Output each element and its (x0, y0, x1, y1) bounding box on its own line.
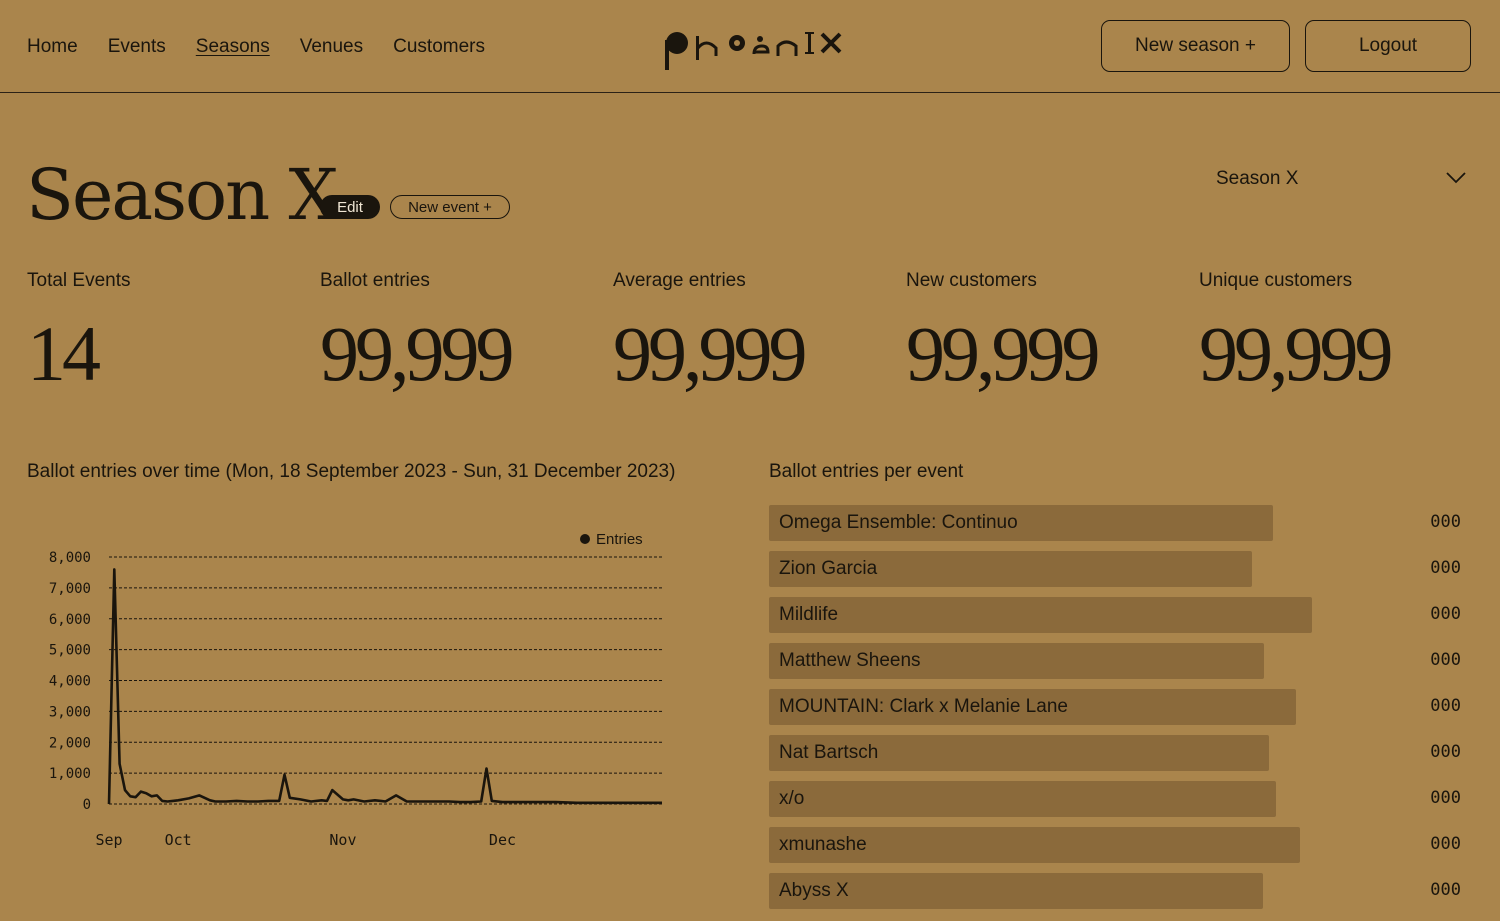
y-tick-label: 0 (83, 797, 91, 813)
y-tick-label: 5,000 (49, 643, 91, 659)
stat-average-entries: Average entries 99,999 (613, 270, 893, 394)
stat-unique-customers: Unique customers 99,999 (1199, 270, 1479, 394)
nav-link-seasons[interactable]: Seasons (196, 36, 270, 58)
event-bar-value: 000 (1430, 696, 1461, 716)
event-bar-label: MOUNTAIN: Clark x Melanie Lane (779, 696, 1068, 717)
event-bar-row[interactable]: Mildlife 000 (769, 597, 1469, 633)
event-bar (769, 597, 1312, 633)
stat-value: 99,999 (320, 310, 515, 397)
stat-label: Ballot entries (320, 270, 430, 291)
stat-ballot-entries: Ballot entries 99,999 (320, 270, 600, 394)
event-bar-row[interactable]: Abyss X 000 (769, 873, 1469, 909)
logo-text: phoenix (660, 26, 664, 27)
chevron-down-icon (1446, 172, 1466, 184)
event-bar-value: 000 (1430, 834, 1461, 854)
event-bar-row[interactable]: MOUNTAIN: Clark x Melanie Lane 000 (769, 689, 1469, 725)
y-tick-label: 4,000 (49, 674, 91, 690)
y-tick-label: 7,000 (49, 581, 91, 597)
new-event-button[interactable]: New event + (390, 195, 510, 219)
event-bar-value: 000 (1430, 604, 1461, 624)
nav-links: Home Events Seasons Venues Customers (27, 36, 515, 58)
event-bar-value: 000 (1430, 512, 1461, 532)
event-bar-row[interactable]: xmunashe 000 (769, 827, 1469, 863)
top-nav: Home Events Seasons Venues Customers pho… (0, 0, 1500, 93)
stat-label: Total Events (27, 270, 131, 291)
new-season-button[interactable]: New season + (1101, 20, 1290, 72)
stat-new-customers: New customers 99,999 (906, 270, 1186, 394)
event-bar-label: Abyss X (779, 880, 849, 901)
event-bar (769, 781, 1276, 817)
event-bar-value: 000 (1430, 742, 1461, 762)
stat-value: 99,999 (906, 310, 1101, 397)
stat-label: New customers (906, 270, 1037, 291)
nav-link-events[interactable]: Events (108, 36, 166, 58)
edit-button[interactable]: Edit (320, 195, 380, 219)
event-bar-row[interactable]: x/o 000 (769, 781, 1469, 817)
series-line-entries (107, 568, 662, 805)
event-bar-row[interactable]: Omega Ensemble: Continuo 000 (769, 505, 1469, 541)
page-title: Season X (26, 154, 338, 236)
event-bar-row[interactable]: Matthew Sheens 000 (769, 643, 1469, 679)
line-chart-title: Ballot entries over time (Mon, 18 Septem… (27, 461, 676, 482)
x-tick-label: Oct (165, 831, 192, 849)
x-tick-label: Dec (489, 831, 516, 849)
event-bar-value: 000 (1430, 558, 1461, 578)
event-bar-label: Matthew Sheens (779, 650, 921, 671)
event-bar-value: 000 (1430, 880, 1461, 900)
stat-value: 14 (27, 310, 101, 397)
stat-label: Unique customers (1199, 270, 1353, 291)
y-tick-label: 8,000 (49, 550, 91, 566)
y-tick-label: 3,000 (49, 704, 91, 720)
event-bar-label: Omega Ensemble: Continuo (779, 512, 1018, 533)
y-tick-label: 6,000 (49, 612, 91, 628)
event-bar-row[interactable]: Nat Bartsch 000 (769, 735, 1469, 771)
x-tick-label: Nov (329, 831, 356, 849)
legend-dot (580, 534, 590, 544)
event-bar-row[interactable]: Zion Garcia 000 (769, 551, 1469, 587)
y-tick-label: 1,000 (49, 766, 91, 782)
stat-total-events: Total Events 14 (27, 270, 307, 394)
stat-value: 99,999 (613, 310, 808, 397)
event-bar-label: x/o (779, 788, 805, 809)
phoenix-logo[interactable]: phoenix (660, 26, 850, 72)
stat-label: Average entries (613, 270, 746, 291)
event-bar-value: 000 (1430, 788, 1461, 808)
y-tick-label: 2,000 (49, 735, 91, 751)
legend-label: Entries (596, 531, 643, 548)
bar-chart-title: Ballot entries per event (769, 461, 964, 482)
stat-value: 99,999 (1199, 310, 1394, 397)
nav-link-venues[interactable]: Venues (300, 36, 363, 58)
nav-link-customers[interactable]: Customers (393, 36, 485, 58)
entries-line-chart: 0 1,000 2,000 3,000 4,000 5,000 6,000 7,000 8,00… (49, 531, 662, 849)
season-select-value: Season X (1216, 168, 1299, 189)
event-bar-label: Zion Garcia (779, 558, 878, 579)
nav-link-home[interactable]: Home (27, 36, 78, 58)
event-bar-label: Nat Bartsch (779, 742, 879, 763)
season-select[interactable]: Season X (1216, 168, 1466, 194)
event-bar-value: 000 (1430, 650, 1461, 670)
event-bar-label: Mildlife (779, 604, 839, 625)
logout-button[interactable]: Logout (1305, 20, 1471, 72)
event-bar-label: xmunashe (779, 834, 867, 855)
x-tick-label: Sep (95, 831, 122, 849)
